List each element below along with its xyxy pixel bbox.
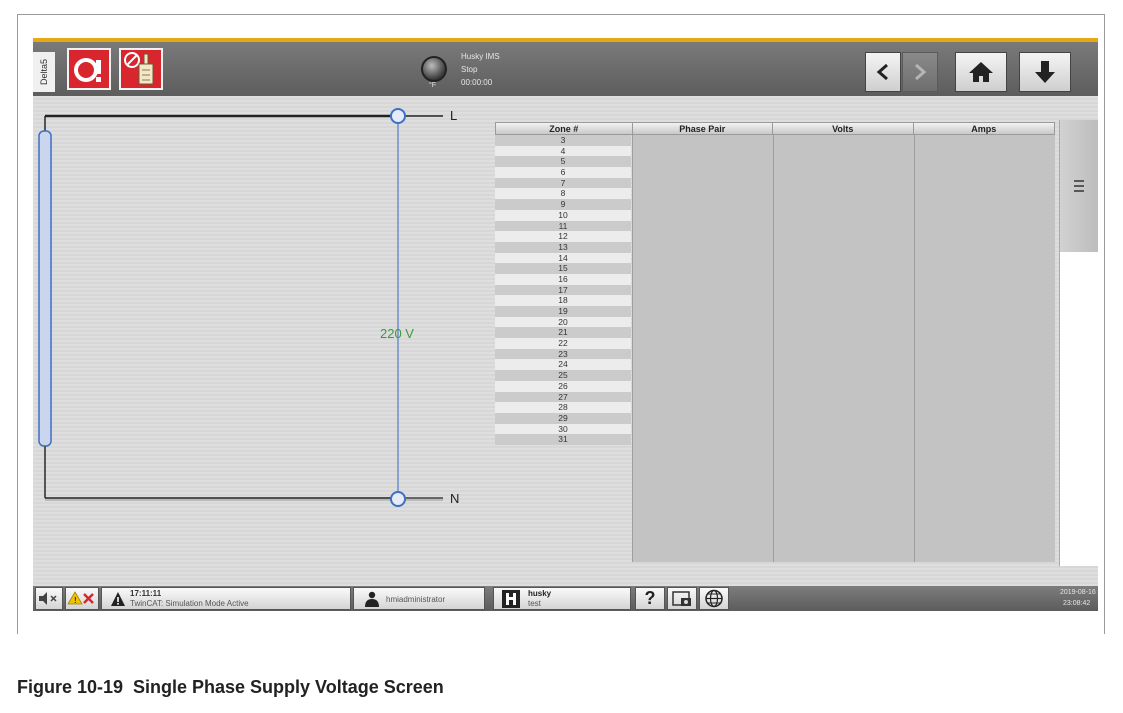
alarm-time: 17:11:11 <box>130 589 162 598</box>
user-button[interactable]: hmiadministrator <box>353 587 485 610</box>
zone-row[interactable]: 15 <box>495 263 631 274</box>
zone-row[interactable]: 23 <box>495 348 631 360</box>
zone-row[interactable]: 7 <box>495 177 631 189</box>
zone-row[interactable]: 24 <box>495 359 631 371</box>
zone-row[interactable]: 11 <box>495 220 631 232</box>
zone-row[interactable]: 6 <box>495 167 631 178</box>
zone-row[interactable]: 12 <box>495 231 631 242</box>
zone-row[interactable]: 8 <box>495 188 631 200</box>
active-alarm-button[interactable]: 17:11:11 TwinCAT: Simulation Mode Active <box>101 587 351 610</box>
table-scrollbar[interactable] <box>1059 120 1098 566</box>
column-header-amps: Amps <box>971 124 997 134</box>
zone-column: 3 4 5 6 7 8 9 10 11 12 13 14 15 16 17 18 19 20 21 22 23 24 25 2… <box>495 135 631 445</box>
download-button[interactable] <box>1019 52 1071 92</box>
husky-logo-icon <box>502 590 520 608</box>
zone-row[interactable]: 27 <box>495 391 631 403</box>
warning-icon <box>111 592 125 606</box>
mold-line2: test <box>528 599 541 608</box>
main-area: L N 220 V Zone # Phase Pair Volts Amps 3… <box>33 96 1098 586</box>
figure-caption: Figure 10-19 Single Phase Supply Voltage … <box>17 677 444 698</box>
zone-row[interactable]: 26 <box>495 380 631 392</box>
zone-row[interactable]: 30 <box>495 423 631 435</box>
zone-row[interactable]: 22 <box>495 338 631 349</box>
globe-icon <box>705 589 723 608</box>
column-header-zone: Zone # <box>496 123 633 134</box>
figure-title: Single Phase Supply Voltage Screen <box>133 677 444 697</box>
scroll-thumb[interactable] <box>1060 120 1098 252</box>
zone-row[interactable]: 17 <box>495 284 631 296</box>
zone-row[interactable]: 28 <box>495 402 631 413</box>
zone-row[interactable]: 4 <box>495 145 631 157</box>
volts-column <box>773 135 914 562</box>
alarm-icon <box>74 58 101 82</box>
back-button[interactable] <box>865 52 901 92</box>
run-time: 00:00:00 <box>461 78 493 87</box>
zone-row[interactable]: 16 <box>495 273 631 285</box>
heater-disabled-icon <box>124 52 154 85</box>
zone-row[interactable]: 19 <box>495 306 631 317</box>
clear-alarms-button[interactable]: ! <box>65 587 99 610</box>
mold-status: Husky IMS Stop 00:00:00 <box>461 50 500 89</box>
grip-icon <box>1074 180 1084 192</box>
language-button[interactable] <box>699 587 729 610</box>
side-tab[interactable]: Delta5 <box>33 52 55 92</box>
amps-column <box>914 135 1055 562</box>
mold-line1: husky <box>528 589 552 598</box>
system-time: 23:08:42 <box>1063 600 1091 607</box>
home-button[interactable] <box>955 52 1007 92</box>
header-bar: Delta5 °F Husky IMS Stop 00:00:00 <box>33 38 1098 96</box>
home-icon <box>969 62 993 82</box>
voltage-value: 220 V <box>380 326 414 341</box>
zone-row[interactable]: 9 <box>495 199 631 210</box>
voltage-diagram: L N 220 V <box>33 96 493 586</box>
zone-row[interactable]: 31 <box>495 434 631 445</box>
mold-setup-button[interactable]: husky test <box>493 587 631 610</box>
mute-button[interactable] <box>35 587 63 610</box>
system-date: 2019-08-16 <box>1060 589 1096 596</box>
zone-table: Zone # Phase Pair Volts Amps 3 4 5 6 7 8 9 10 11… <box>495 122 1055 562</box>
status-light-icon <box>421 56 447 82</box>
temperature-disabled-button[interactable] <box>119 48 163 90</box>
warning-clear-icon: ! <box>67 591 94 605</box>
screenshot-button[interactable] <box>667 587 697 610</box>
run-state: Stop <box>461 65 478 74</box>
speaker-muted-icon <box>39 592 57 605</box>
forward-button[interactable] <box>902 52 938 92</box>
mold-name: Husky IMS <box>461 52 500 61</box>
wiring-diagram <box>38 108 443 507</box>
hmi-screen: Delta5 °F Husky IMS Stop 00:00:00 L N 22… <box>33 38 1098 611</box>
zone-row[interactable]: 14 <box>495 252 631 264</box>
chevron-right-icon <box>915 63 927 81</box>
arrow-down-icon <box>1035 61 1055 83</box>
temperature-unit: °F <box>429 82 437 89</box>
chevron-left-icon <box>876 63 888 81</box>
zone-row[interactable]: 21 <box>495 327 631 339</box>
table-header: Zone # Phase Pair Volts Amps <box>495 122 1055 135</box>
line-node-icon <box>390 108 406 124</box>
zone-row[interactable]: 25 <box>495 370 631 381</box>
zone-row[interactable]: 18 <box>495 295 631 306</box>
user-icon <box>365 591 379 607</box>
svg-text:!: ! <box>74 596 77 605</box>
column-header-phase-pair: Phase Pair <box>633 123 774 134</box>
zone-row[interactable]: 13 <box>495 241 631 253</box>
alarm-message: TwinCAT: Simulation Mode Active <box>130 599 249 608</box>
user-name: hmiadministrator <box>386 595 446 604</box>
line-label: L <box>450 108 458 123</box>
help-button[interactable]: ? <box>635 587 665 610</box>
neutral-node-icon <box>390 491 406 507</box>
footer-bar: ! 17:11:11 TwinCAT: Simulation Mode Acti… <box>33 586 1098 611</box>
neutral-label: N <box>450 491 460 506</box>
phase-pair-column <box>632 135 773 562</box>
table-body: 3 4 5 6 7 8 9 10 11 12 13 14 15 16 17 18 19 20 21 22 23 24 25 2… <box>495 135 1055 562</box>
zone-row[interactable]: 10 <box>495 209 631 221</box>
figure-number: Figure 10-19 <box>17 677 124 697</box>
screenshot-icon <box>672 591 691 606</box>
column-header-volts: Volts <box>773 123 914 134</box>
zone-row[interactable]: 20 <box>495 316 631 328</box>
zone-row[interactable]: 3 <box>495 135 631 146</box>
zone-row[interactable]: 5 <box>495 156 631 168</box>
alarm-button[interactable] <box>67 48 111 90</box>
zone-row[interactable]: 29 <box>495 412 631 424</box>
